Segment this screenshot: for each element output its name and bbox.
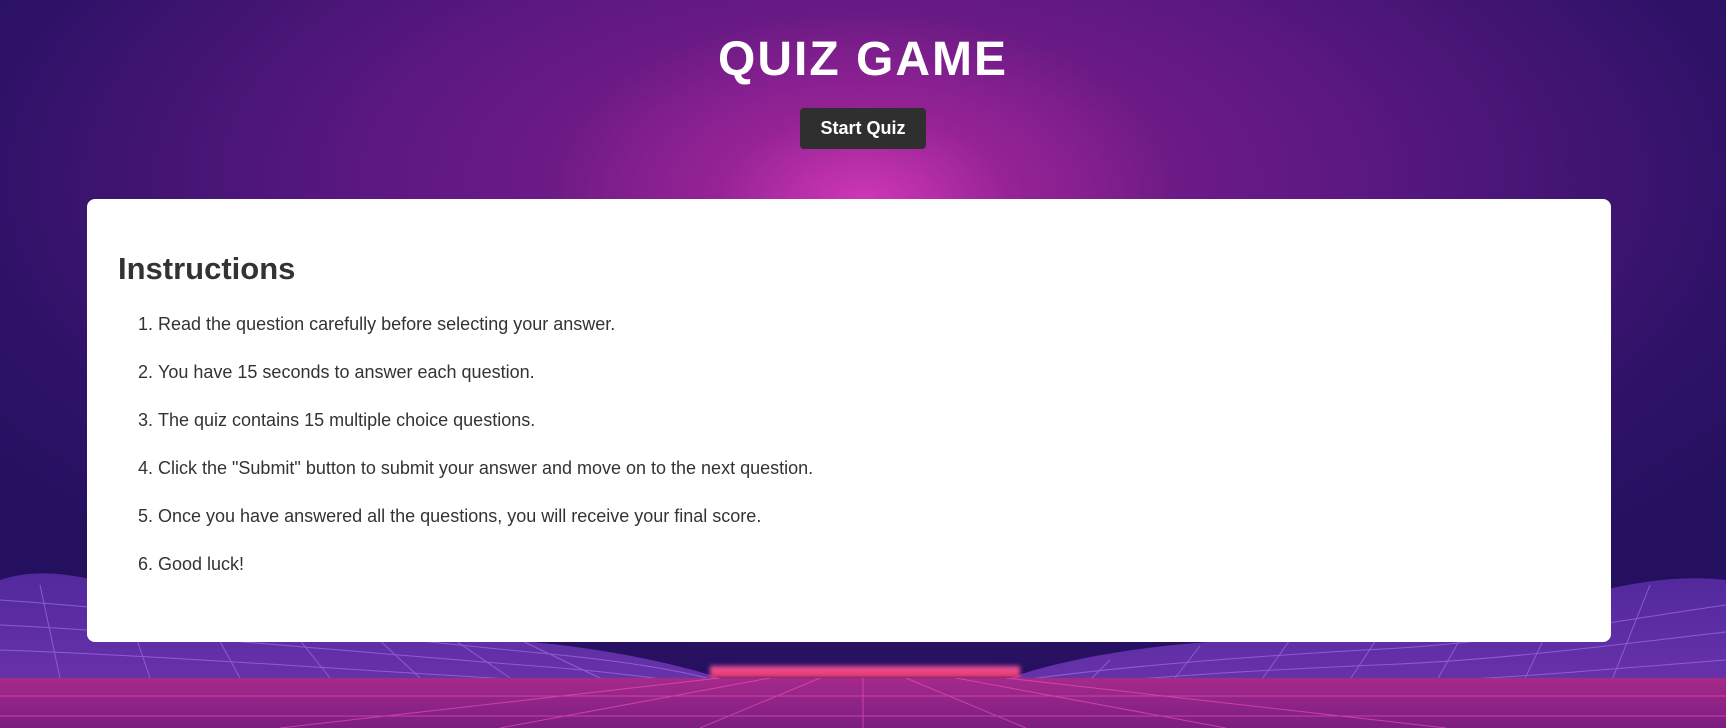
start-quiz-button[interactable]: Start Quiz	[800, 108, 926, 149]
page-title: QUIZ GAME	[718, 33, 1008, 86]
instructions-list: Read the question carefully before selec…	[118, 313, 1581, 575]
list-item: Click the "Submit" button to submit your…	[158, 457, 1581, 479]
list-item: You have 15 seconds to answer each quest…	[158, 361, 1581, 383]
horizon-glow	[710, 666, 1020, 678]
page-header: QUIZ GAME Start Quiz	[0, 0, 1726, 149]
list-item: Once you have answered all the questions…	[158, 505, 1581, 527]
list-item: The quiz contains 15 multiple choice que…	[158, 409, 1581, 431]
neon-floor-grid	[0, 678, 1726, 728]
instructions-heading: Instructions	[118, 251, 296, 286]
instructions-card: Instructions Read the question carefully…	[87, 199, 1611, 642]
list-item: Read the question carefully before selec…	[158, 313, 1581, 335]
list-item: Good luck!	[158, 553, 1581, 575]
